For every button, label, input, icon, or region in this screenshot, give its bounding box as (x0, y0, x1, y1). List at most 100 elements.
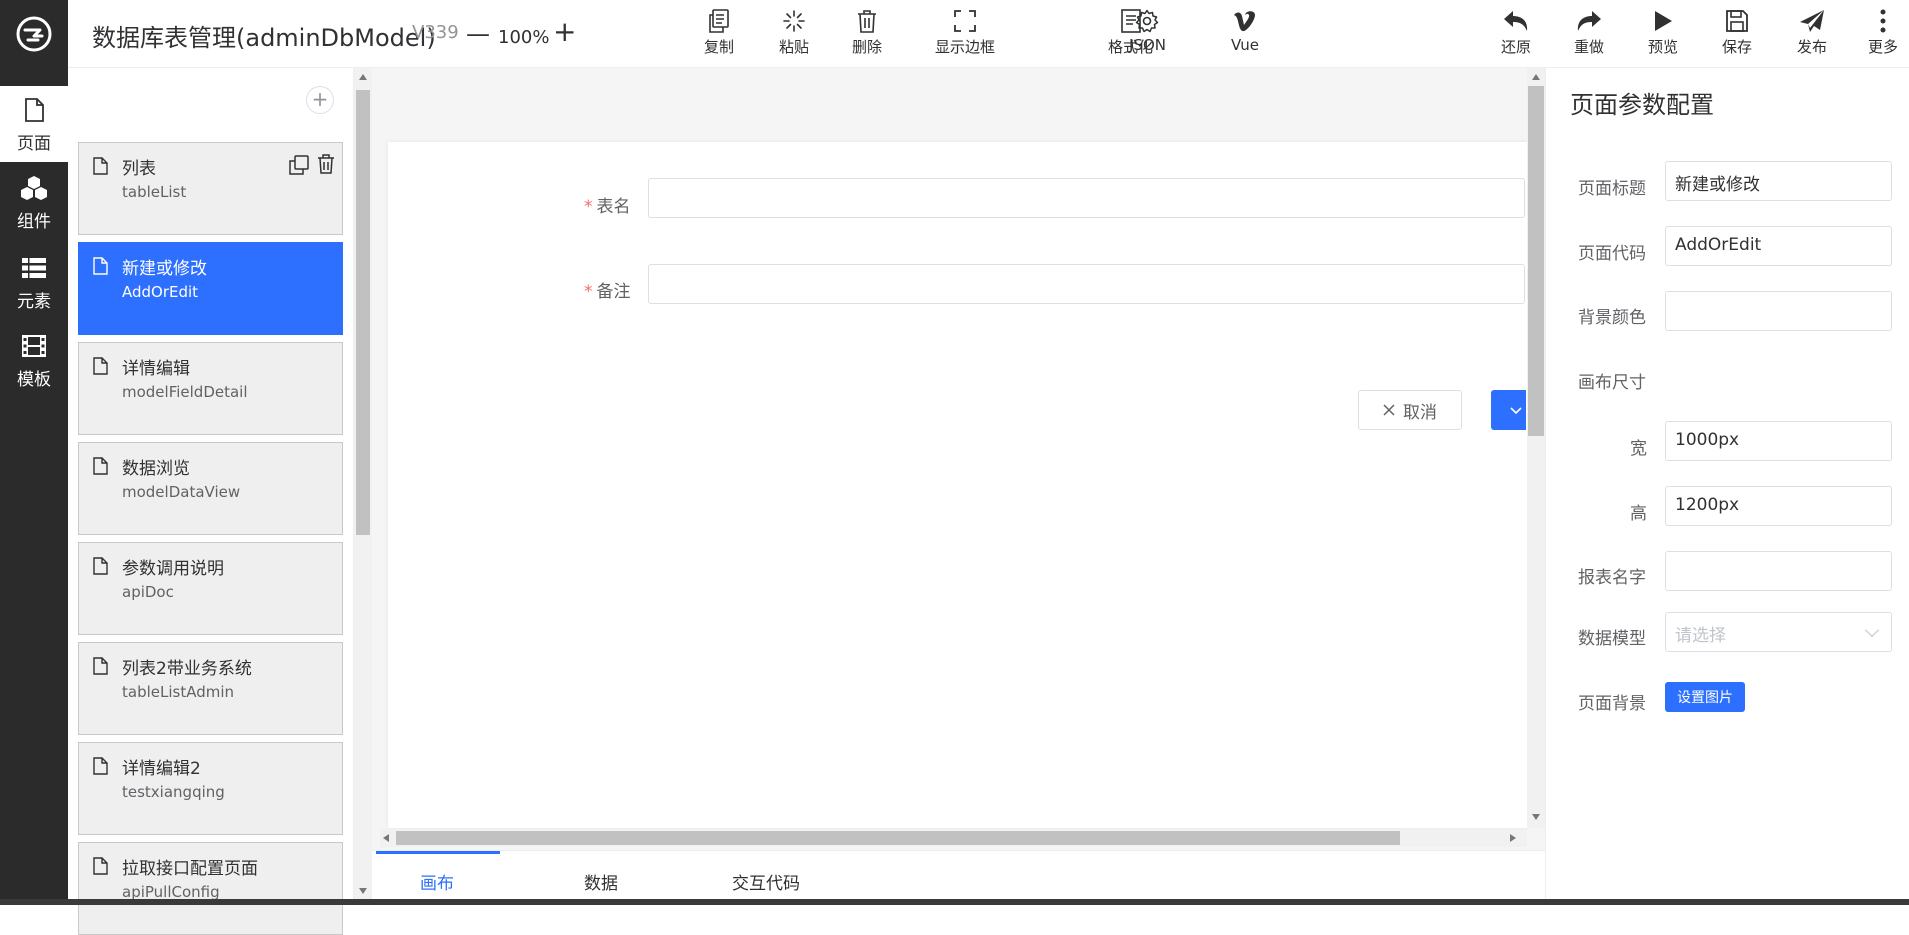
page-card[interactable]: 新建或修改 AddOrEdit (78, 242, 343, 335)
undo-icon (1501, 6, 1531, 36)
more-label: 更多 (1868, 38, 1899, 56)
paste-label: 粘贴 (779, 38, 810, 56)
scroll-down-arrow[interactable] (359, 888, 367, 894)
page-card[interactable]: 列表2带业务系统 tableListAdmin (78, 642, 343, 735)
copy-icon (704, 6, 734, 36)
vue-icon (1230, 6, 1260, 36)
page-title-input[interactable]: 新建或修改 (1665, 161, 1892, 201)
copy-icon[interactable] (289, 155, 309, 175)
paste-button[interactable]: 粘贴 (779, 6, 809, 62)
page-title: 数据库表管理(adminDbModel) (92, 24, 436, 52)
file-icon (93, 357, 108, 375)
tab-interaction-code[interactable]: 交互代码 (732, 869, 800, 894)
report-name-input[interactable] (1665, 551, 1892, 591)
publish-button[interactable]: 发布 (1797, 6, 1827, 62)
canvas-vertical-scrollbar[interactable] (1527, 68, 1545, 828)
file-icon (93, 157, 108, 175)
redo-button[interactable]: 重做 (1574, 6, 1604, 62)
page-name: 详情编辑2 (122, 759, 201, 779)
file-icon (93, 557, 108, 575)
page-code: modelDataView (122, 483, 241, 501)
scroll-down-arrow[interactable] (1532, 814, 1540, 820)
required-mark: * (584, 282, 593, 302)
rail-item-label: 模板 (17, 369, 51, 390)
file-icon (19, 95, 49, 125)
page-name: 列表2带业务系统 (122, 659, 252, 679)
rail-item-templates[interactable]: 模板 (0, 322, 68, 398)
page-card[interactable]: 数据浏览 modelDataView (78, 442, 343, 535)
required-mark: * (584, 197, 593, 217)
bg-color-input[interactable] (1665, 291, 1892, 331)
more-button[interactable]: 更多 (1868, 6, 1898, 62)
field-label-text: 表名 (596, 197, 631, 217)
file-icon (93, 457, 108, 475)
vue-button[interactable]: Vue (1230, 6, 1260, 62)
rail-item-components[interactable]: 组件 (0, 164, 68, 240)
scrollbar-thumb[interactable] (396, 831, 1400, 845)
height-input[interactable]: 1200px (1665, 486, 1892, 526)
page-title-label: 页面标题 (1578, 179, 1646, 199)
zoom-out-button[interactable]: — (466, 20, 490, 48)
app-logo[interactable] (0, 0, 68, 68)
page-name: 数据浏览 (122, 459, 190, 479)
canvas-size-label: 画布尺寸 (1578, 373, 1646, 393)
cubes-icon (19, 173, 49, 203)
page-card[interactable]: 详情编辑2 testxiangqing (78, 742, 343, 835)
scrollbar-thumb[interactable] (356, 90, 370, 535)
canvas-sheet (388, 142, 1528, 828)
file-icon (93, 757, 108, 775)
preview-button[interactable]: 预览 (1648, 6, 1678, 62)
scrollbar-thumb[interactable] (1528, 86, 1544, 436)
set-image-button[interactable]: 设置图片 (1665, 682, 1745, 712)
remark-input[interactable] (648, 264, 1525, 304)
top-toolbar: 数据库表管理(adminDbModel) V339 — 100% + 复制 粘贴… (68, 0, 1909, 68)
data-model-select[interactable]: 请选择 (1665, 612, 1892, 652)
width-input[interactable]: 1000px (1665, 421, 1892, 461)
rail-item-pages[interactable]: 页面 (0, 86, 68, 162)
delete-button[interactable]: 删除 (852, 6, 882, 62)
add-page-button[interactable]: + (306, 86, 334, 114)
confirm-button[interactable] (1491, 390, 1526, 430)
scroll-up-arrow[interactable] (1532, 74, 1540, 80)
bottom-strip (0, 899, 1909, 905)
trash-icon (852, 6, 882, 36)
scroll-left-arrow[interactable] (383, 834, 389, 842)
page-code: tableListAdmin (122, 683, 235, 701)
page-name: 新建或修改 (122, 259, 207, 279)
page-name: 参数调用说明 (122, 559, 224, 579)
rail-item-elements[interactable]: 元素 (0, 244, 68, 320)
zoom-in-button[interactable]: + (553, 18, 576, 46)
version-label: V339 (412, 22, 459, 43)
trash-icon[interactable] (316, 154, 336, 174)
page-code-input[interactable]: AddOrEdit (1665, 226, 1892, 266)
page-bg-label: 页面背景 (1578, 694, 1646, 714)
page-code: testxiangqing (122, 783, 225, 801)
panel-title: 页面参数配置 (1570, 91, 1714, 119)
vue-label: Vue (1231, 36, 1259, 54)
page-card[interactable]: 参数调用说明 apiDoc (78, 542, 343, 635)
cancel-button[interactable]: 取消 (1358, 390, 1462, 430)
scroll-right-arrow[interactable] (1510, 834, 1516, 842)
show-border-button[interactable]: 显示边框 (935, 6, 995, 62)
tab-data[interactable]: 数据 (584, 869, 618, 894)
active-tab-indicator (376, 851, 500, 854)
page-name: 详情编辑 (122, 359, 190, 379)
rail-item-label: 元素 (17, 291, 51, 312)
page-card[interactable]: 列表 tableList (78, 142, 343, 235)
page-name: 列表 (122, 159, 156, 179)
rail-item-label: 组件 (17, 211, 51, 232)
json-button[interactable]: JSON (1129, 6, 1166, 62)
scroll-up-arrow[interactable] (359, 74, 367, 80)
page-card[interactable]: 拉取接口配置页面 apiPullConfig (78, 842, 343, 935)
undo-button[interactable]: 还原 (1501, 6, 1531, 62)
copy-button[interactable]: 复制 (704, 6, 734, 62)
json-label: JSON (1129, 36, 1166, 54)
canvas-horizontal-scrollbar[interactable] (380, 829, 1527, 847)
page-card[interactable]: 详情编辑 modelFieldDetail (78, 342, 343, 435)
table-name-input[interactable] (648, 178, 1525, 218)
left-rail: 页面 组件 元素 模板 (0, 0, 68, 905)
page-list-scrollbar[interactable] (354, 68, 372, 905)
page-code: tableList (122, 183, 187, 201)
save-button[interactable]: 保存 (1722, 6, 1752, 62)
tab-canvas[interactable]: 画布 (420, 869, 454, 894)
